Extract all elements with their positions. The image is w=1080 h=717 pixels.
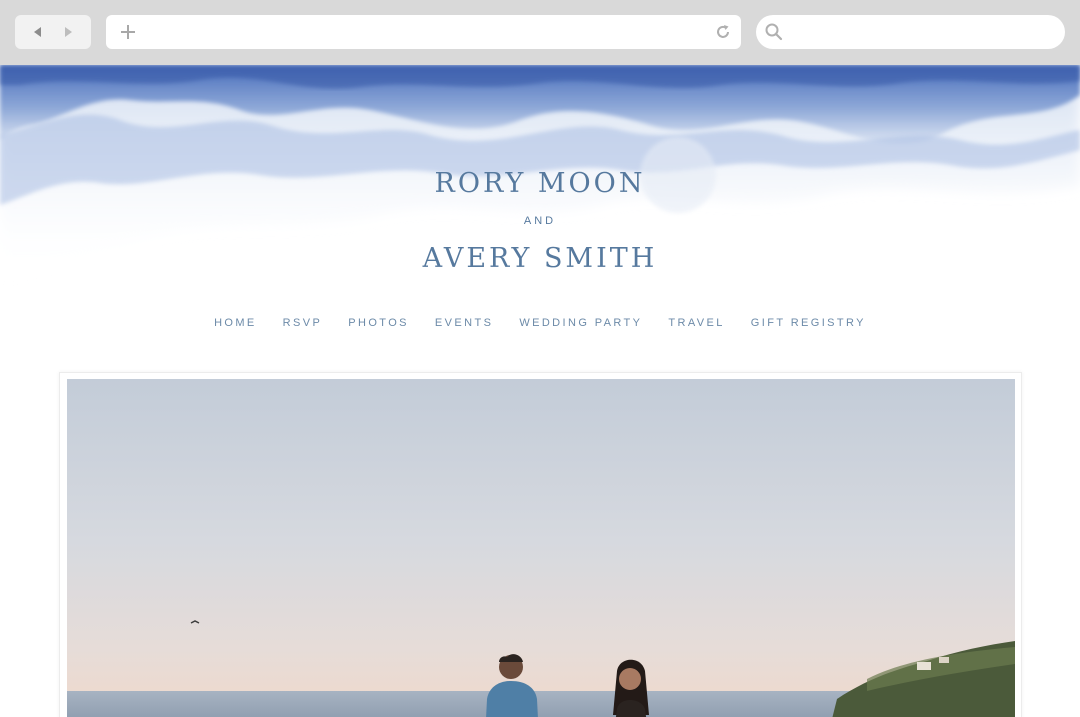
nav-gift-registry[interactable]: GIFT REGISTRY (738, 317, 879, 329)
partner-two-name: AVERY SMITH (422, 243, 658, 274)
back-arrow-icon[interactable] (28, 22, 48, 42)
main-nav: HOME RSVP PHOTOS EVENTS WEDDING PARTY TR… (0, 317, 1080, 329)
nav-photos[interactable]: PHOTOS (335, 317, 422, 329)
wedding-page: RORY MOON AND AVERY SMITH HOME RSVP PHOT… (0, 65, 1080, 717)
plus-icon[interactable] (118, 22, 138, 42)
nav-events[interactable]: EVENTS (422, 317, 506, 329)
couple-photo (67, 379, 1015, 717)
nav-home[interactable]: HOME (201, 317, 270, 329)
hero-photo-frame (59, 372, 1022, 717)
forward-arrow-icon[interactable] (58, 22, 78, 42)
search-bar[interactable] (756, 15, 1065, 49)
nav-travel[interactable]: TRAVEL (655, 317, 737, 329)
nav-wedding-party[interactable]: WEDDING PARTY (506, 317, 655, 329)
reload-icon[interactable] (713, 22, 733, 42)
history-nav (15, 15, 91, 49)
nav-rsvp[interactable]: RSVP (270, 317, 336, 329)
search-input[interactable] (790, 19, 1052, 45)
address-bar[interactable] (106, 15, 741, 49)
search-icon (764, 22, 784, 42)
browser-chrome (0, 0, 1080, 65)
partner-one-name: RORY MOON (434, 168, 646, 199)
conjunction-text: AND (523, 215, 557, 227)
